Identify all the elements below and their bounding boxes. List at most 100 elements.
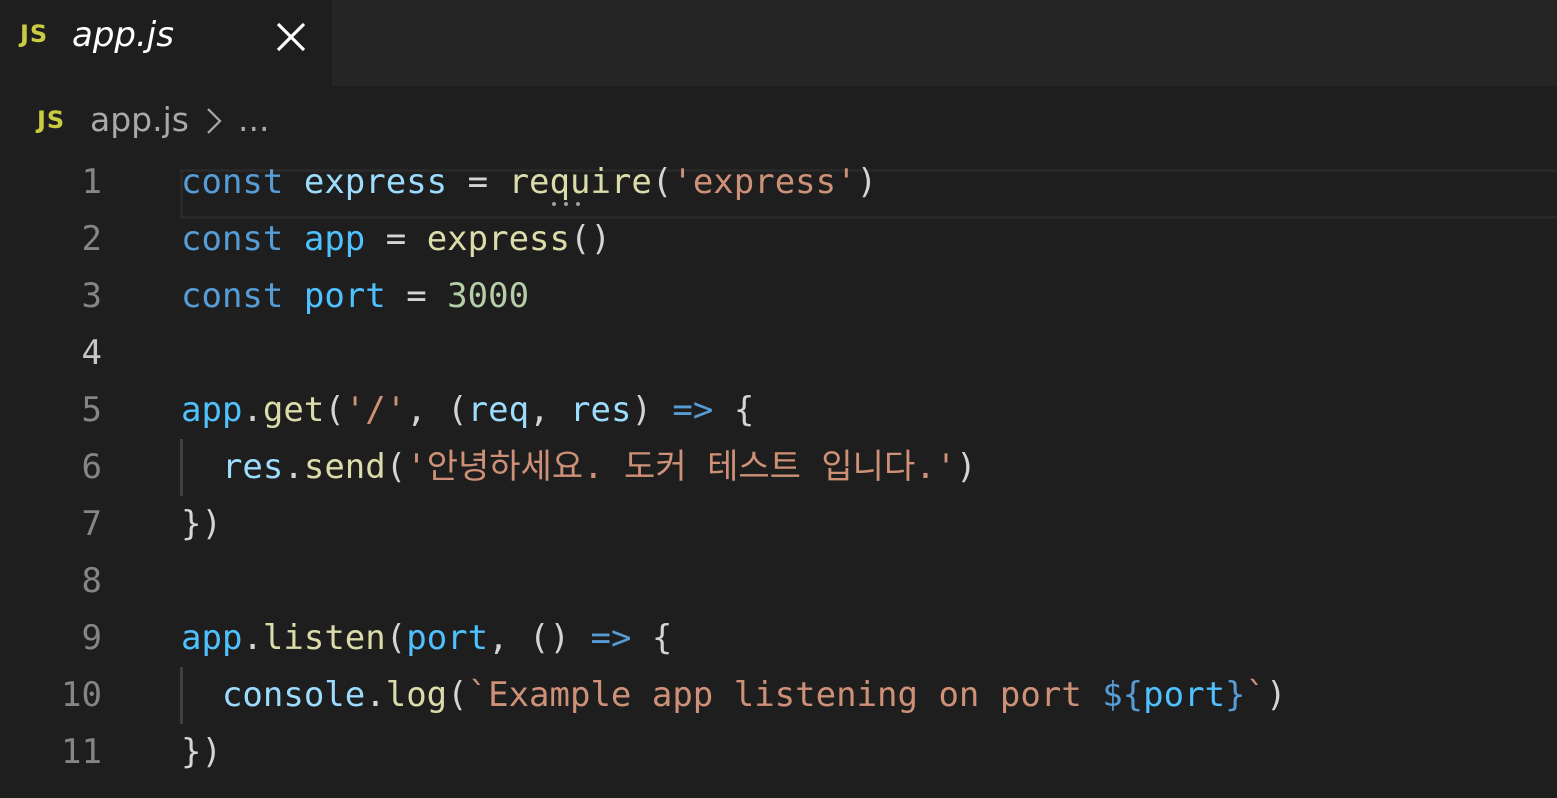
line-number: 11 bbox=[61, 732, 102, 772]
chevron-right-icon bbox=[207, 108, 222, 134]
line-number: 7 bbox=[81, 504, 102, 544]
code-token: express bbox=[426, 219, 570, 259]
code-token: log bbox=[385, 675, 448, 715]
javascript-file-icon: JS bbox=[37, 106, 66, 134]
code-line[interactable]: 5 app.get('/', (req, res) => { bbox=[0, 382, 1557, 439]
code-token: , bbox=[529, 390, 571, 430]
tab-title: app.js bbox=[72, 15, 174, 55]
code-token: ( bbox=[651, 162, 673, 202]
code-token: ${ bbox=[1102, 675, 1144, 715]
code-token: listen bbox=[262, 618, 386, 658]
code-token: . bbox=[242, 618, 263, 658]
code-token: 'express' bbox=[672, 162, 857, 202]
code-token: `Example app listening on port bbox=[467, 675, 1103, 715]
code-token: ( bbox=[324, 390, 345, 430]
code-token: res bbox=[221, 447, 284, 487]
line-number: 9 bbox=[81, 618, 102, 658]
line-number: 6 bbox=[81, 447, 102, 487]
code-token: => bbox=[672, 390, 714, 430]
code-line[interactable]: 9 app.listen(port, () => { bbox=[0, 610, 1557, 667]
line-number: 8 bbox=[81, 561, 102, 601]
code-token: , ( bbox=[406, 390, 468, 430]
line-number: 1 bbox=[81, 162, 102, 202]
code-token: express bbox=[303, 162, 448, 202]
code-token: => bbox=[590, 618, 632, 658]
code-token: { bbox=[631, 618, 673, 658]
code-line[interactable]: 1 const express = require('express') bbox=[0, 154, 1557, 211]
code-token: const bbox=[181, 162, 284, 202]
line-content: app.listen(port, () => { bbox=[181, 610, 672, 667]
code-token: ) bbox=[956, 447, 977, 487]
code-token: require bbox=[508, 162, 652, 202]
close-icon[interactable] bbox=[272, 18, 310, 56]
code-line[interactable]: 4 bbox=[0, 325, 1557, 382]
line-number: 5 bbox=[81, 390, 102, 430]
code-token: port bbox=[406, 618, 489, 658]
hint-dots-icon[interactable] bbox=[551, 201, 581, 207]
code-area[interactable]: 1 const express = require('express') 2 cons… bbox=[0, 154, 1557, 781]
code-token: . bbox=[283, 447, 304, 487]
code-token: port bbox=[1143, 675, 1226, 715]
line-content: }) bbox=[181, 496, 222, 553]
code-token: send bbox=[303, 447, 386, 487]
tab-bar: JS app.js bbox=[0, 0, 1557, 86]
line-number: 4 bbox=[81, 333, 102, 373]
code-token: req bbox=[467, 390, 530, 430]
code-token: ) bbox=[1266, 675, 1287, 715]
code-token: () bbox=[569, 219, 611, 259]
code-token: 3000 bbox=[447, 276, 530, 316]
code-token: const bbox=[181, 276, 284, 316]
code-token: port bbox=[303, 276, 386, 316]
code-token: app bbox=[181, 390, 243, 430]
code-token: console bbox=[221, 675, 366, 715]
line-content: const port = 3000 bbox=[181, 268, 529, 325]
code-token: = bbox=[365, 219, 427, 259]
line-content: app.get('/', (req, res) => { bbox=[181, 382, 754, 439]
javascript-file-icon: JS bbox=[20, 20, 49, 48]
line-content: const express = require('express') bbox=[181, 154, 877, 211]
code-token: ( bbox=[385, 618, 407, 658]
code-token: res bbox=[570, 390, 632, 430]
code-token: }) bbox=[181, 504, 222, 544]
code-line[interactable]: 3 const port = 3000 bbox=[0, 268, 1557, 325]
code-token: = bbox=[385, 276, 448, 316]
line-content: console.log(`Example app listening on po… bbox=[181, 667, 1287, 724]
code-line[interactable]: 11}) bbox=[0, 724, 1557, 781]
line-content: }) bbox=[181, 724, 222, 781]
code-token: '안녕하세요. 도커 테스트 입니다.' bbox=[406, 447, 957, 487]
code-token: }) bbox=[181, 732, 222, 772]
code-token: , () bbox=[488, 618, 591, 658]
line-content: const app = express() bbox=[181, 211, 611, 268]
code-token: { bbox=[713, 390, 755, 430]
code-line[interactable]: 8 bbox=[0, 553, 1557, 610]
code-token: get bbox=[262, 390, 325, 430]
breadcrumb-file[interactable]: app.js bbox=[90, 100, 189, 139]
code-token: . bbox=[365, 675, 386, 715]
breadcrumb-ellipsis[interactable]: ... bbox=[238, 100, 269, 139]
code-line[interactable]: 7}) bbox=[0, 496, 1557, 553]
code-token: . bbox=[242, 390, 263, 430]
code-token: ) bbox=[856, 162, 878, 202]
code-token: ( bbox=[447, 675, 468, 715]
code-token: ` bbox=[1245, 675, 1267, 715]
code-line[interactable]: 10 console.log(`Example app listening on… bbox=[0, 667, 1557, 724]
code-editor: JS app.js JS app.js ... 1 const express =… bbox=[0, 0, 1557, 798]
code-token: ) bbox=[631, 390, 673, 430]
code-token: app bbox=[303, 219, 366, 259]
line-content: res.send('안녕하세요. 도커 테스트 입니다.') bbox=[181, 439, 977, 496]
code-token: '/' bbox=[344, 390, 407, 430]
code-token: = bbox=[447, 162, 509, 202]
line-number: 2 bbox=[81, 219, 102, 259]
code-line[interactable]: 6 res.send('안녕하세요. 도커 테스트 입니다.') bbox=[0, 439, 1557, 496]
code-token: const bbox=[181, 219, 284, 259]
code-token: app bbox=[181, 618, 243, 658]
code-line[interactable]: 2 const app = express() bbox=[0, 211, 1557, 268]
code-token: ( bbox=[385, 447, 407, 487]
line-number: 3 bbox=[81, 276, 102, 316]
tab-app-js[interactable]: JS app.js bbox=[0, 0, 332, 86]
